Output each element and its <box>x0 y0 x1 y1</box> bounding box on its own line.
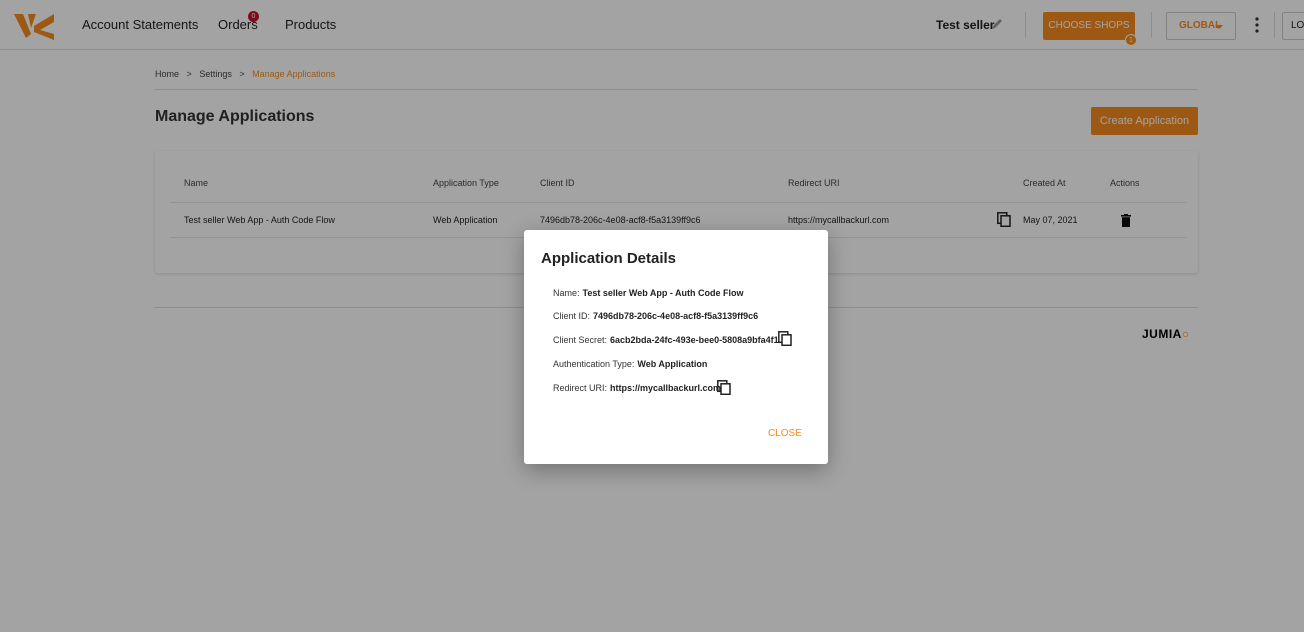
detail-name: Name: Test seller Web App - Auth Code Flo… <box>553 288 744 298</box>
detail-value: Test seller Web App - Auth Code Flow <box>582 288 744 298</box>
detail-label: Client Secret: <box>553 335 608 345</box>
detail-redirect-uri: Redirect URI: https://mycallbackurl.com <box>553 383 721 393</box>
detail-label: Client ID: <box>553 311 591 321</box>
detail-label: Authentication Type: <box>553 359 635 369</box>
copy-icon[interactable] <box>778 331 792 346</box>
detail-authentication-type: Authentication Type: Web Application <box>553 359 707 369</box>
detail-client-secret: Client Secret: 6acb2bda-24fc-493e-bee0-58… <box>553 335 779 345</box>
application-details-dialog: Application Details Name: Test seller Web… <box>524 230 828 464</box>
dialog-title: Application Details <box>541 250 677 267</box>
detail-value: 7496db78-206c-4e08-acf8-f5a3139ff9c6 <box>593 311 759 321</box>
detail-value: 6acb2bda-24fc-493e-bee0-5808a9bfa4f1 <box>610 335 779 345</box>
detail-value: https://mycallbackurl.com <box>610 383 722 393</box>
detail-value: Web Application <box>637 359 708 369</box>
detail-label: Name: <box>553 288 580 298</box>
close-button[interactable]: CLOSE <box>768 428 802 439</box>
detail-label: Redirect URI: <box>553 383 608 393</box>
copy-icon[interactable] <box>717 380 731 395</box>
detail-client-id: Client ID: 7496db78-206c-4e08-acf8-f5a313… <box>553 311 758 321</box>
